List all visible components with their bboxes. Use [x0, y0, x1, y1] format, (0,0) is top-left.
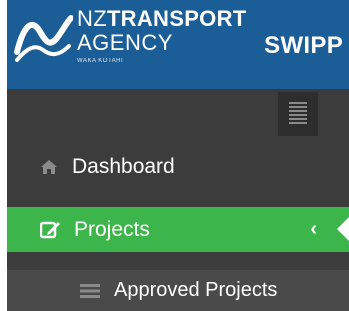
active-indicator — [337, 217, 349, 241]
sidebar-item-approved-projects[interactable]: Approved Projects — [7, 270, 349, 311]
menu-icon — [289, 102, 307, 126]
org-name-line2: AGENCY — [77, 30, 173, 55]
app-title: SWIPP — [264, 32, 343, 59]
sidebar-item-projects[interactable]: Projects ‹ — [7, 207, 349, 252]
chevron-left-icon[interactable]: ‹ — [310, 218, 317, 241]
org-name-main: TRANSPORT — [106, 6, 247, 31]
sidebar-item-label: Dashboard — [72, 154, 175, 178]
org-name: NZTRANSPORT AGENCY WAKA KOTAHI — [77, 6, 247, 65]
org-name-prefix: NZ — [77, 6, 107, 31]
sidebar-item-label: Approved Projects — [114, 279, 278, 301]
sidebar-toggle-button[interactable] — [278, 92, 318, 136]
list-icon — [80, 283, 100, 298]
header: NZTRANSPORT AGENCY WAKA KOTAHI SWIPP — [7, 0, 349, 92]
sidebar: Dashboard Projects ‹ Approved Projects — [7, 92, 349, 311]
app-window: NZTRANSPORT AGENCY WAKA KOTAHI SWIPP Das… — [7, 0, 349, 311]
org-name-line3: WAKA KOTAHI — [77, 58, 124, 64]
edit-icon — [40, 221, 60, 239]
sidebar-item-dashboard[interactable]: Dashboard — [7, 144, 349, 189]
sidebar-item-label: Projects — [74, 217, 150, 241]
home-icon — [40, 159, 58, 175]
nzta-logo-icon — [14, 15, 73, 62]
